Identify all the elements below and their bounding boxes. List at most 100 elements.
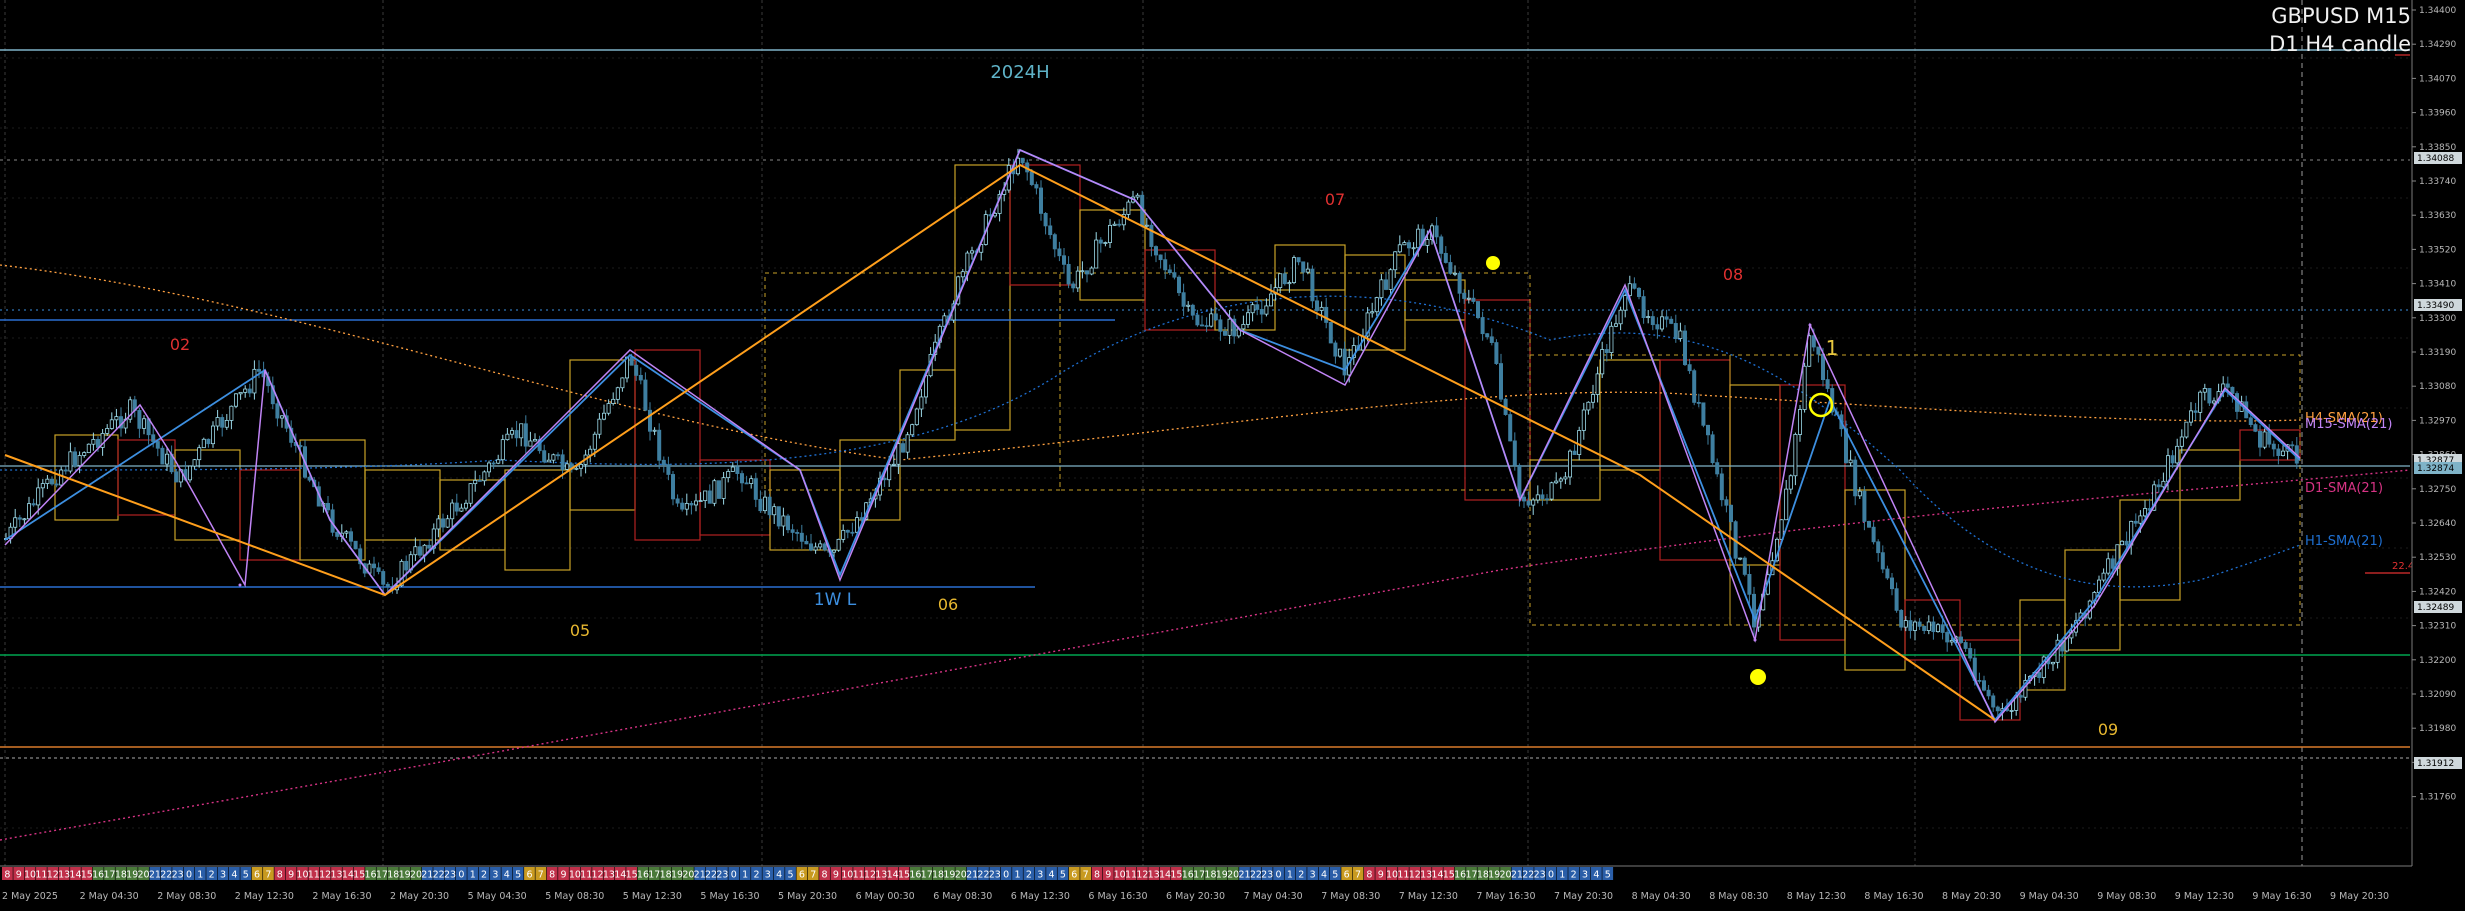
hour-cell-label: 12 (1136, 870, 1148, 881)
hour-cell-label: 4 (1321, 870, 1327, 881)
small-level-label: 22.4 (2392, 561, 2414, 572)
hour-cell-label: 14 (614, 870, 626, 881)
candle-body (2101, 572, 2106, 581)
marker-dot (1750, 669, 1766, 685)
candle-body (1811, 335, 1816, 348)
time-tick-label: 8 May 04:30 (1632, 891, 1691, 902)
price-tick-label: 1.32200 (2419, 656, 2456, 666)
hour-cell-label: 12 (47, 870, 59, 881)
candle-body (206, 438, 211, 445)
candle-body (1857, 490, 1862, 497)
hour-cell-label: 14 (69, 870, 81, 881)
candle-body (1190, 304, 1195, 316)
price-tick-label: 1.33850 (2419, 143, 2456, 153)
hour-cell-label: 17 (921, 870, 933, 881)
price-tick-label: 1.32420 (2419, 587, 2456, 597)
candle-body (1397, 244, 1402, 253)
candle-body (1637, 287, 1642, 297)
candle-body (643, 379, 648, 411)
candle-body (1434, 225, 1439, 238)
price-highlight-label: 1.34088 (2417, 154, 2454, 164)
price-tick-label: 1.32750 (2419, 485, 2456, 495)
hour-cell-label: 12 (864, 870, 876, 881)
candle-body (795, 532, 800, 534)
time-tick-label: 7 May 16:30 (1476, 891, 1535, 902)
candle-body (519, 423, 524, 439)
candle-body (1393, 251, 1398, 271)
hour-cell-label: 1 (470, 870, 476, 881)
hour-cell-label: 6 (254, 870, 260, 881)
candle-body (2142, 508, 2147, 517)
candle-body (2276, 448, 2281, 456)
hour-cell-label: 17 (376, 870, 388, 881)
candle-body (1719, 473, 1724, 501)
candle-body (772, 506, 777, 516)
candle-body (1448, 262, 1453, 274)
price-tick-label: 1.32970 (2419, 416, 2456, 426)
hour-cell-label: 13 (330, 870, 342, 881)
candle-body (753, 478, 758, 500)
candle-body (1508, 414, 1513, 442)
candle-body (385, 583, 390, 587)
candle-body (1563, 476, 1568, 480)
candle-body (54, 483, 59, 486)
candle-body (36, 487, 41, 506)
candle-body (1255, 304, 1260, 310)
candle-body (804, 540, 809, 545)
candle-body (1798, 409, 1803, 435)
candle-body (546, 459, 551, 463)
hour-cell-label: 11 (853, 870, 865, 881)
candle-body (1034, 184, 1039, 189)
candle-body (2198, 391, 2203, 413)
candle-body (652, 429, 657, 432)
candle-body (114, 416, 119, 421)
hour-cell-label: 10 (24, 870, 36, 881)
hour-cell-label: 20 (955, 870, 967, 881)
candle-body (1701, 402, 1706, 426)
candle-body (2009, 709, 2014, 712)
candle-body (404, 560, 409, 571)
candle-body (2133, 520, 2138, 524)
time-tick-label: 5 May 20:30 (778, 891, 837, 902)
candle-body (376, 567, 381, 572)
candle-body (1604, 349, 1609, 353)
candle-body (620, 377, 625, 389)
hour-cell-label: 13 (875, 870, 887, 881)
candle-body (1641, 296, 1646, 318)
candle-body (1715, 462, 1720, 475)
candle-body (1706, 424, 1711, 436)
hour-cell-label: 10 (296, 870, 308, 881)
price-highlight-label: 1.32489 (2417, 603, 2454, 613)
candle-body (698, 500, 703, 502)
candle-body (229, 405, 234, 421)
candle-body (2188, 410, 2193, 423)
candle-body (1664, 316, 1669, 320)
candle-body (1673, 323, 1678, 339)
candle-body (141, 418, 146, 429)
time-tick-label: 6 May 00:30 (856, 891, 915, 902)
candle-body (1117, 223, 1122, 226)
hour-cell-label: 21 (421, 870, 433, 881)
price-chart[interactable]: 2024H1W L0205060708091H4-SMA(21)M15-SMA(… (0, 0, 2465, 907)
hour-cell-label: 6 (1071, 870, 1077, 881)
hour-cell-label: 8 (277, 870, 283, 881)
candle-body (735, 466, 740, 474)
hour-cell-label: 11 (1397, 870, 1409, 881)
sma-label: H1-SMA(21) (2305, 534, 2383, 549)
candle-body (661, 459, 666, 466)
hour-cell-label: 7 (1083, 870, 1089, 881)
candle-body (1669, 318, 1674, 324)
hour-cell-label: 3 (492, 870, 498, 881)
annotation-label: 02 (170, 335, 190, 354)
candle-body (1991, 695, 1996, 708)
chart-window[interactable]: 2024H 1W L 02 05 06 07 08 09 1 H4-SMA(21) M15-SMA(… (0, 0, 2465, 907)
candle-body (2124, 540, 2129, 546)
candle-body (1200, 324, 1205, 327)
candle-body (1476, 301, 1481, 319)
hour-cell-label: 14 (1431, 870, 1443, 881)
price-tick-label: 1.34400 (2419, 6, 2456, 16)
candle-body (164, 453, 169, 465)
price-tick-label: 1.33630 (2419, 211, 2456, 221)
hour-cell-label: 5 (1332, 870, 1338, 881)
candle-body (1995, 706, 2000, 712)
